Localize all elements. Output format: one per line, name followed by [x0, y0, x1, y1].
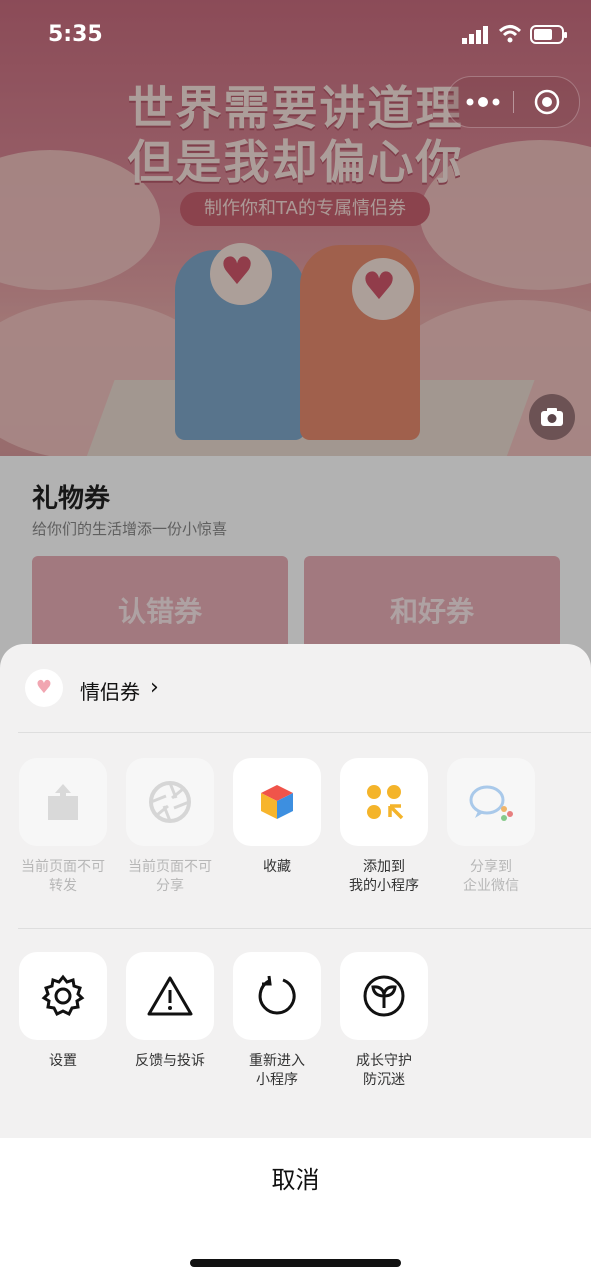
status-bar: 5:35	[0, 0, 591, 70]
add-miniprogram-label: 添加到 我的小程序	[349, 859, 419, 894]
miniprogram-capsule[interactable]	[446, 76, 580, 128]
camera-button[interactable]	[529, 394, 575, 440]
favorite-cube-icon	[233, 758, 321, 846]
app-logo-icon: ♥	[25, 669, 63, 707]
status-time: 5:35	[48, 22, 103, 47]
feedback-action[interactable]: 反馈与投诉	[116, 952, 224, 1071]
favorite-label: 收藏	[263, 859, 291, 875]
wifi-icon	[498, 25, 522, 43]
wecom-icon	[447, 758, 535, 846]
share-out-icon	[19, 758, 107, 846]
close-target-icon[interactable]	[533, 88, 561, 116]
action-sheet: ♥ 情侣券 › 当前页面不可 转发 当前页面不可 分享 收藏 添加到 我的小程序…	[0, 644, 591, 1280]
app-name[interactable]: 情侣券	[80, 676, 140, 705]
growth-guard-label: 成长守护 防沉迷	[356, 1053, 412, 1088]
warning-icon	[126, 952, 214, 1040]
favorite-action[interactable]: 收藏	[223, 758, 331, 877]
aperture-icon	[126, 758, 214, 846]
sprout-icon	[340, 952, 428, 1040]
more-icon[interactable]	[465, 93, 501, 111]
divider	[18, 732, 591, 733]
forward-action[interactable]: 当前页面不可 转发	[9, 758, 117, 896]
wecom-share-action[interactable]: 分享到 企业微信	[437, 758, 545, 896]
chevron-right-icon: ›	[150, 675, 159, 700]
settings-label: 设置	[49, 1053, 77, 1069]
reenter-label: 重新进入 小程序	[249, 1053, 305, 1088]
home-indicator[interactable]	[190, 1259, 401, 1267]
settings-action[interactable]: 设置	[9, 952, 117, 1071]
sheet-header[interactable]: ♥ 情侣券 ›	[0, 644, 591, 732]
feedback-label: 反馈与投诉	[135, 1053, 205, 1069]
signal-icon	[462, 26, 488, 44]
capsule-divider	[513, 91, 514, 113]
forward-label: 当前页面不可 转发	[21, 859, 105, 894]
battery-icon	[530, 25, 567, 44]
reload-icon	[233, 952, 321, 1040]
add-miniprogram-icon	[340, 758, 428, 846]
camera-icon	[541, 408, 563, 426]
growth-guard-action[interactable]: 成长守护 防沉迷	[330, 952, 438, 1090]
reenter-action[interactable]: 重新进入 小程序	[223, 952, 331, 1090]
divider	[18, 928, 591, 929]
share-action[interactable]: 当前页面不可 分享	[116, 758, 224, 896]
gear-icon	[19, 952, 107, 1040]
share-label: 当前页面不可 分享	[128, 859, 212, 894]
cancel-label: 取消	[271, 1166, 320, 1194]
add-miniprogram-action[interactable]: 添加到 我的小程序	[330, 758, 438, 896]
wecom-label: 分享到 企业微信	[463, 859, 519, 894]
